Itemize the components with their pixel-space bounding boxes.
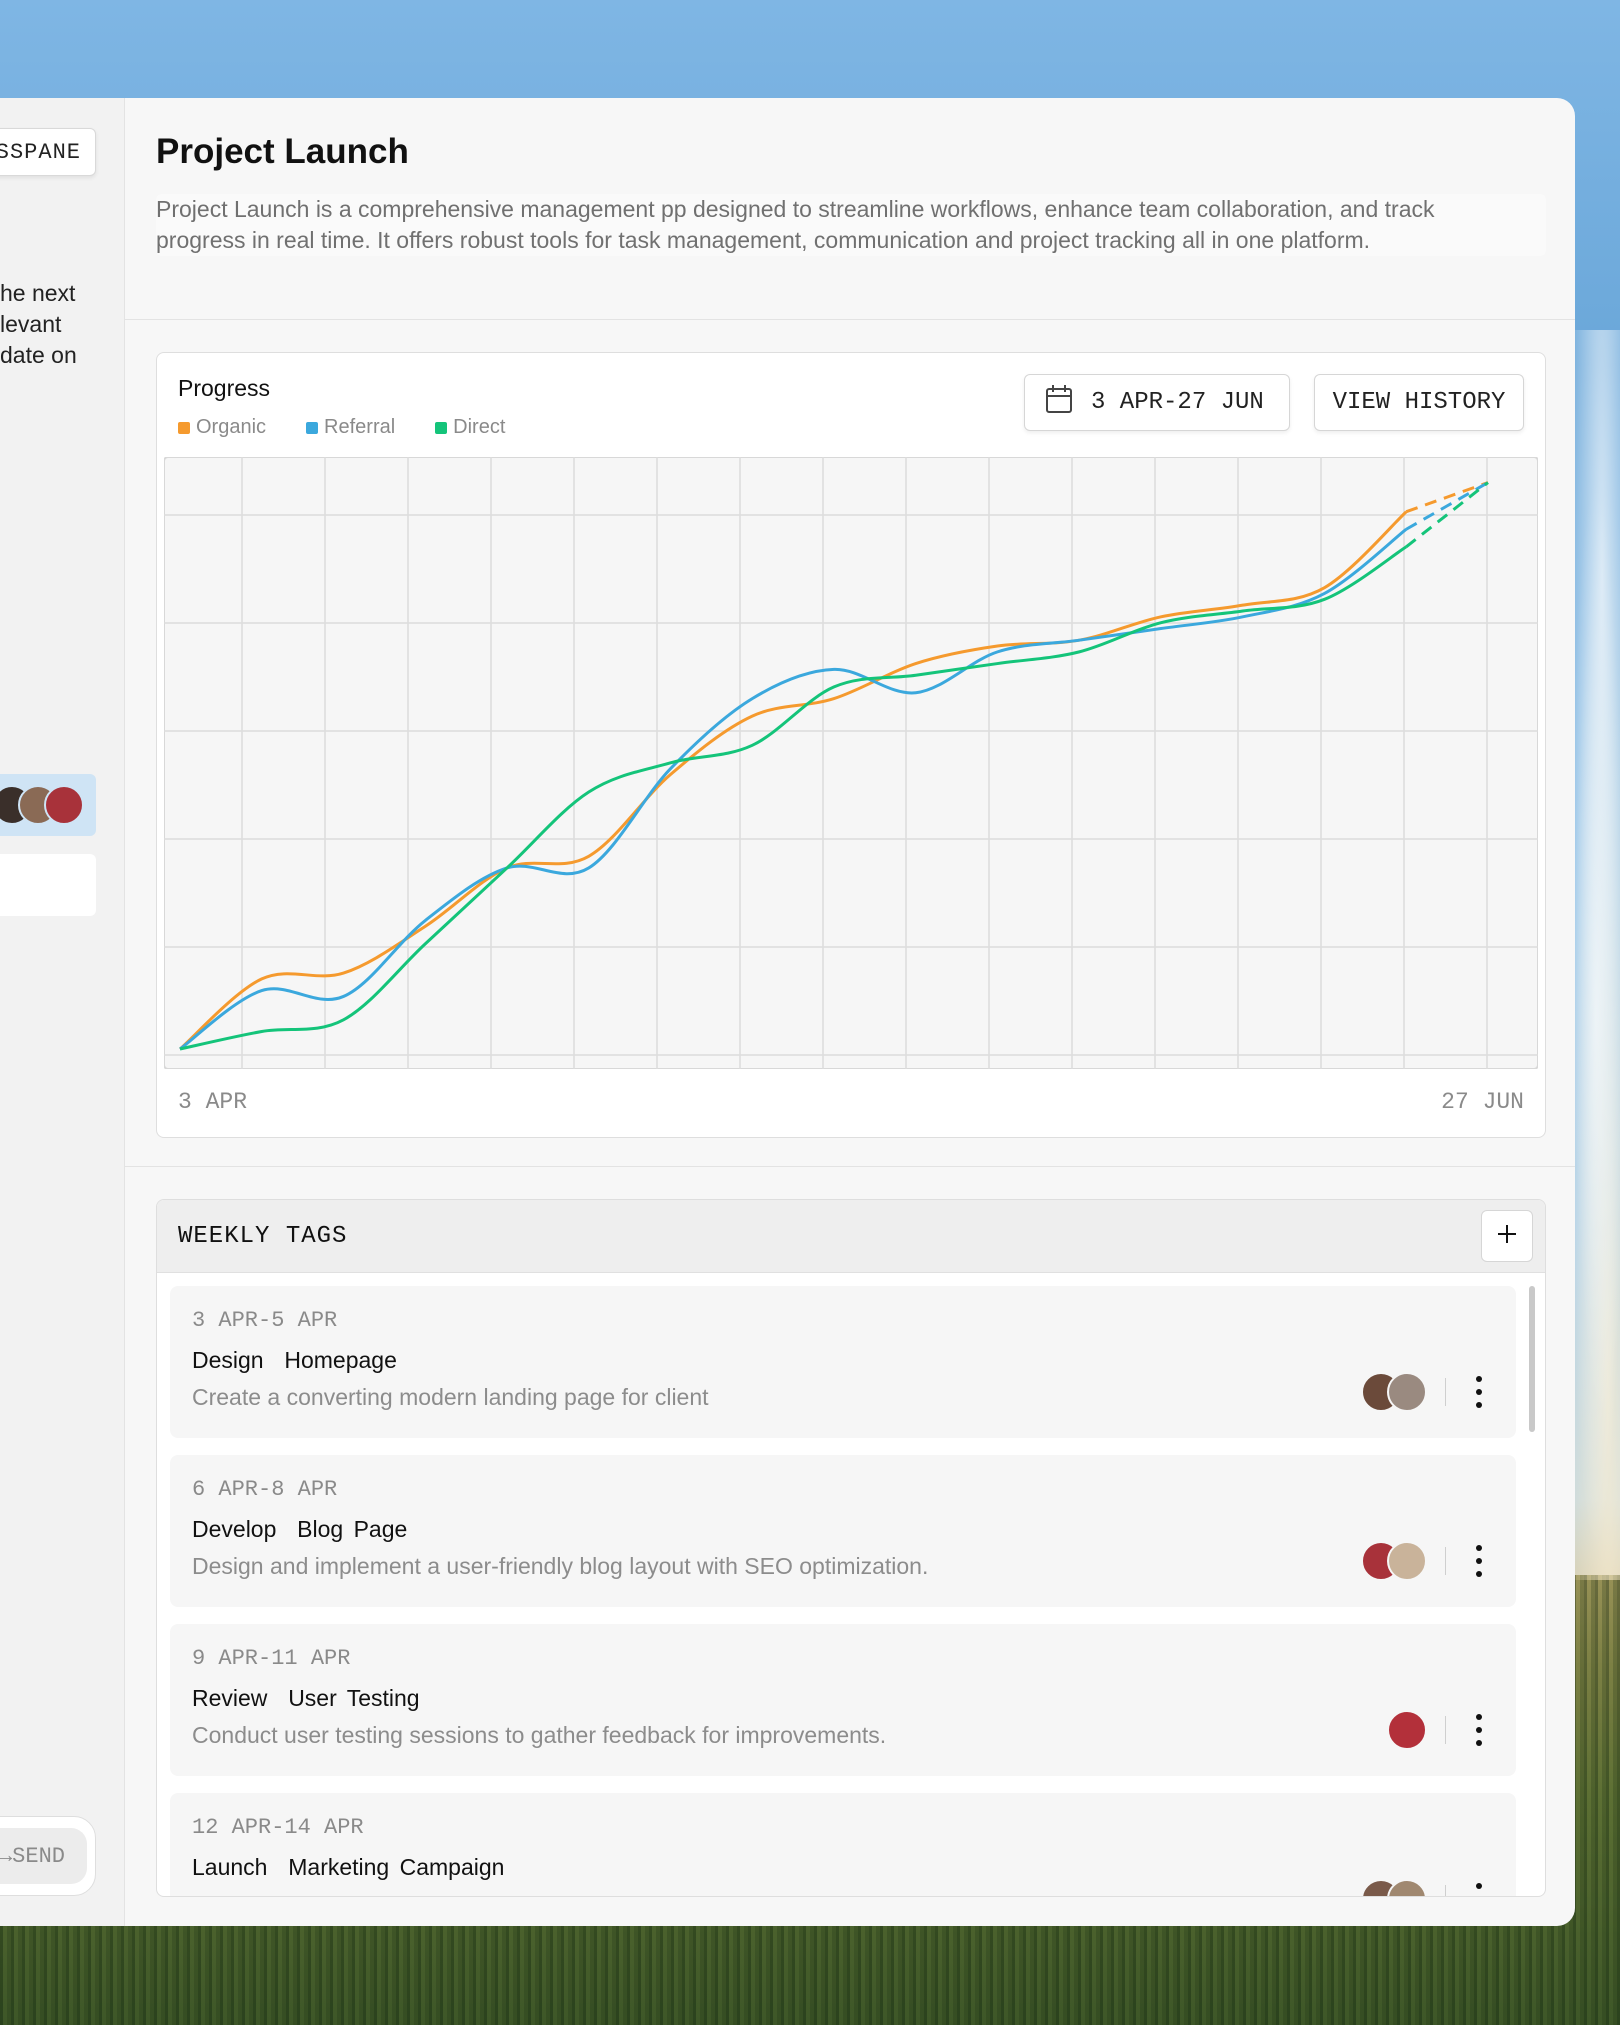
legend-item-organic: Organic [178,416,266,439]
project-description: Project Launch is a comprehensive manage… [156,194,1546,256]
tag-actions [1361,1372,1494,1412]
date-range-label: 3 APR-27 JUN [1091,389,1264,416]
project-panel: Project Launch Project Launch is a compr… [125,98,1575,1926]
add-tag-button[interactable] [1481,1210,1533,1262]
avatar [1387,1879,1427,1896]
tag-item[interactable]: 6 APR-8 APR Develop Blog Page Design and i… [170,1455,1516,1607]
legend-swatch [306,421,319,434]
divider [1445,1885,1446,1896]
collapse-pane-button[interactable]: SSPANE [0,128,96,176]
kebab-dot [1476,1883,1482,1889]
tag-date: 6 APR-8 APR [192,1477,338,1502]
assignee-avatars[interactable] [1361,1541,1427,1581]
tag-item[interactable]: 12 APR-14 APR Launch Marketing Campaign [170,1793,1516,1897]
legend-swatch [435,421,448,434]
tag-name: Review User Testing [192,1685,420,1711]
tag-name: Design Homepage [192,1347,397,1373]
tag-date: 9 APR-11 APR [192,1646,351,1671]
tag-description: Conduct user testing sessions to gather … [192,1722,887,1748]
legend-swatch [178,421,190,434]
tag-date: 12 APR-14 APR [192,1815,364,1840]
participants-bar[interactable] [0,774,96,836]
tag-item[interactable]: 9 APR-11 APR Review User Testing Conduct u… [170,1624,1516,1776]
project-header: Project Launch Project Launch is a compr… [125,98,1575,320]
more-options-icon[interactable] [1464,1374,1494,1410]
section-divider [125,1166,1575,1167]
kebab-dot [1476,1740,1482,1746]
divider [1445,1547,1446,1575]
tag-date: 3 APR-5 APR [192,1308,338,1333]
legend-label: Referral [324,416,396,438]
page-title: Project Launch [156,132,409,171]
weekly-tags-header: WEEKLY TAGS [157,1200,1545,1273]
legend-item-referral: Referral [306,416,395,439]
side-panel: SSPANE he next levant date on →SEND [0,98,125,1926]
x-axis-end-label: 27 JUN [1441,1089,1524,1115]
tag-description: Design and implement a user-friendly blo… [192,1553,929,1579]
assignee-avatars[interactable] [1361,1372,1427,1412]
chart-legend: Organic Referral Direct [178,416,505,439]
tag-actions [1387,1710,1494,1750]
tag-description: Create a converting modern landing page … [192,1384,709,1410]
date-range-button[interactable]: 3 APR-27 JUN [1024,374,1290,431]
weekly-tags-title: WEEKLY TAGS [178,1222,348,1250]
side-input-field[interactable] [0,854,96,916]
progress-line-chart [164,457,1538,1069]
tag-list: 3 APR-5 APR Design Homepage Create a conve… [170,1286,1516,1897]
side-panel-text: he next levant date on [0,278,124,371]
progress-title: Progress [178,375,271,401]
avatar [1387,1541,1427,1581]
tag-name: Launch Marketing Campaign [192,1854,505,1880]
kebab-dot [1476,1389,1482,1395]
view-history-button[interactable]: VIEW HISTORY [1314,374,1524,431]
kebab-dot [1476,1571,1482,1577]
legend-label: Direct [453,416,506,438]
avatar [1387,1372,1427,1412]
divider [1445,1378,1446,1406]
weekly-tags-card: WEEKLY TAGS 3 APR-5 APR Design Homepage Cr… [156,1199,1546,1897]
kebab-dot [1476,1896,1482,1897]
tag-name: Develop Blog Page [192,1516,408,1542]
kebab-dot [1476,1376,1482,1382]
tag-actions [1361,1541,1494,1581]
avatar [44,785,84,825]
kebab-dot [1476,1727,1482,1733]
avatar [1387,1710,1427,1750]
x-axis-start-label: 3 APR [178,1089,248,1115]
kebab-dot [1476,1402,1482,1408]
progress-card: Progress Organic Referral Direct 3 APR-2… [156,352,1546,1138]
kebab-dot [1476,1714,1482,1720]
side-text-line: he next [0,280,76,306]
more-options-icon[interactable] [1464,1881,1494,1897]
kebab-dot [1476,1558,1482,1564]
send-button[interactable]: →SEND [0,1828,87,1884]
calendar-icon [1045,384,1073,422]
participant-avatars [0,785,84,825]
assignee-avatars[interactable] [1387,1710,1427,1750]
side-text-line: date on [0,342,77,368]
plus-icon [1495,1222,1519,1251]
tag-item[interactable]: 3 APR-5 APR Design Homepage Create a conve… [170,1286,1516,1438]
assignee-avatars[interactable] [1361,1879,1427,1896]
scrollbar[interactable] [1529,1286,1535,1432]
side-text-line: levant [0,311,62,337]
message-composer: →SEND [0,1816,96,1896]
divider [1445,1716,1446,1744]
tag-actions [1361,1879,1494,1897]
more-options-icon[interactable] [1464,1543,1494,1579]
more-options-icon[interactable] [1464,1712,1494,1748]
kebab-dot [1476,1545,1482,1551]
legend-label: Organic [196,416,267,438]
legend-item-direct: Direct [435,416,505,439]
